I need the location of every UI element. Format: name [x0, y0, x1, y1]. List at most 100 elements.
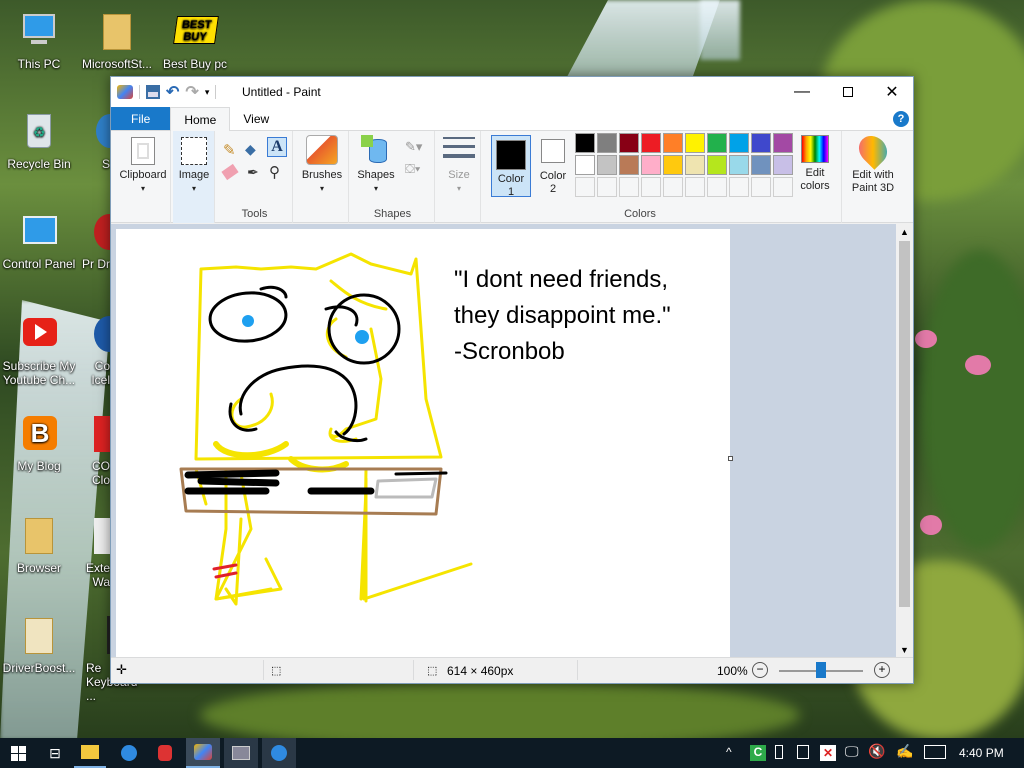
desktop-icon-recycle-bin[interactable]: ♻ Recycle Bin [2, 110, 76, 171]
color-swatch[interactable] [575, 177, 595, 197]
desktop-icon-browser[interactable]: Browser [2, 514, 76, 575]
desktop-icon-control-panel[interactable]: Control Panel [2, 210, 76, 271]
tab-home[interactable]: Home [170, 107, 231, 132]
color-swatch[interactable] [751, 177, 771, 197]
color-swatch[interactable] [707, 133, 727, 153]
color-swatch[interactable] [597, 177, 617, 197]
edit-colors-button[interactable]: Edit colors [793, 135, 837, 193]
color-swatch[interactable] [597, 133, 617, 153]
paint-app-icon[interactable] [117, 85, 133, 99]
undo-icon[interactable]: ↶ [166, 82, 179, 102]
shapes-button[interactable]: Shapes ▾ [353, 135, 399, 195]
zoom-out-button[interactable]: − [752, 662, 768, 678]
taskbar-app-button[interactable] [262, 738, 296, 768]
start-button[interactable] [0, 738, 36, 768]
desktop-icon-co-clo[interactable]: CO Clo [80, 412, 124, 487]
drawing-canvas[interactable]: "I dont need friends, they disappoint me.… [116, 229, 733, 658]
color-swatch[interactable] [685, 177, 705, 197]
desktop-icon-pr[interactable]: Pr Dr [80, 210, 124, 271]
color-swatch[interactable] [729, 133, 749, 153]
redo-icon[interactable]: ↷ [185, 82, 198, 102]
paint-taskbar-button[interactable] [186, 738, 220, 768]
color-swatch[interactable] [663, 133, 683, 153]
desktop-icon-my-blog[interactable]: B My Blog [2, 412, 76, 473]
tab-view[interactable]: View [230, 107, 282, 130]
brushes-button[interactable]: Brushes ▾ [295, 135, 349, 195]
edit-with-paint3d-button[interactable]: Edit with Paint 3D [843, 130, 903, 195]
desktop-icon-driverbooster[interactable]: DriverBoost... [2, 614, 76, 675]
scroll-up-icon[interactable]: ▲ [896, 224, 913, 240]
color-swatch[interactable] [575, 155, 595, 175]
scroll-down-icon[interactable]: ▼ [896, 642, 913, 658]
clock[interactable]: 4:40 PM [959, 746, 1004, 760]
desktop-icon-this-pc[interactable]: This PC [2, 10, 76, 71]
clipboard-button[interactable]: Clipboard ▾ [115, 137, 171, 195]
color-swatch[interactable] [619, 133, 639, 153]
tab-file[interactable]: File [111, 107, 171, 130]
network-icon[interactable]: 🖵 [845, 743, 859, 760]
tray-clipboard-icon[interactable] [797, 745, 809, 759]
taskbar-app-button[interactable] [224, 738, 258, 768]
taskbar-app-button[interactable] [148, 738, 182, 768]
pencil-icon[interactable]: ✎ [223, 141, 236, 159]
file-explorer-taskbar-button[interactable] [74, 738, 106, 768]
color-swatch[interactable] [619, 177, 639, 197]
zoom-slider-thumb[interactable] [816, 662, 826, 678]
eraser-icon[interactable] [221, 163, 239, 181]
color-swatch[interactable] [597, 155, 617, 175]
color-swatch[interactable] [729, 155, 749, 175]
tray-app-icon[interactable]: C [750, 745, 766, 761]
color-swatch[interactable] [751, 133, 771, 153]
minimize-button[interactable]: — [779, 77, 825, 107]
vertical-scrollbar[interactable]: ▲ ▼ [896, 224, 913, 658]
color-picker-icon[interactable]: ✒ [247, 164, 259, 181]
color-swatch[interactable] [663, 177, 683, 197]
color-swatch[interactable] [729, 177, 749, 197]
color-swatch[interactable] [685, 133, 705, 153]
color-swatch[interactable] [773, 133, 793, 153]
volume-muted-icon[interactable]: 🔇 [868, 743, 885, 760]
scroll-thumb[interactable] [899, 241, 910, 607]
color-swatch[interactable] [641, 177, 661, 197]
outline-icon[interactable]: ✎▾ [405, 139, 422, 155]
show-hidden-icons-icon[interactable]: ^ [726, 745, 732, 759]
customize-toolbar-icon[interactable]: ▾ [205, 87, 210, 98]
size-button[interactable]: Size ▾ [437, 137, 481, 195]
image-button[interactable]: Image ▾ [173, 137, 215, 195]
color-swatch[interactable] [773, 155, 793, 175]
tray-device-icon[interactable] [775, 745, 783, 759]
magnifier-icon[interactable]: ⚲ [269, 163, 280, 181]
color-swatch[interactable] [619, 155, 639, 175]
task-view-icon[interactable]: ⊟ [38, 738, 72, 768]
zoom-in-button[interactable]: + [874, 662, 890, 678]
keyboard-icon[interactable] [924, 745, 946, 759]
security-alert-icon[interactable]: ✕ [820, 745, 836, 761]
desktop-icon-best-buy[interactable]: BEST BUY Best Buy pc [158, 10, 232, 71]
fill-shape-icon[interactable]: ⛋▾ [405, 161, 420, 177]
fill-icon[interactable]: ◆ [245, 141, 256, 158]
resize-handle-right[interactable] [728, 456, 733, 461]
taskbar-app-button[interactable] [112, 738, 146, 768]
color2-button[interactable]: Color 2 [535, 139, 571, 196]
color-swatch[interactable] [707, 155, 727, 175]
desktop-icon-s[interactable]: S [80, 110, 124, 171]
color-swatch[interactable] [773, 177, 793, 197]
pen-icon[interactable]: ✍ [896, 743, 913, 760]
color1-button[interactable]: Color 1 [491, 135, 531, 198]
color-swatch[interactable] [663, 155, 683, 175]
help-icon[interactable]: ? [893, 111, 909, 127]
color-swatch[interactable] [641, 133, 661, 153]
color-swatch[interactable] [707, 177, 727, 197]
save-icon[interactable] [146, 85, 160, 99]
desktop-icon-youtube[interactable]: Subscribe My Youtube Ch... [2, 312, 76, 387]
close-button[interactable]: ✕ [869, 77, 915, 107]
color-swatch[interactable] [641, 155, 661, 175]
color-swatch[interactable] [751, 155, 771, 175]
color-swatch[interactable] [685, 155, 705, 175]
desktop-icon-microsoftstore[interactable]: MicrosoftSt... [80, 10, 154, 71]
maximize-button[interactable] [825, 77, 871, 107]
text-tool-icon[interactable]: A [267, 137, 287, 157]
color-swatch[interactable] [575, 133, 595, 153]
desktop-icon-exte[interactable]: Exte Wa [80, 514, 124, 589]
desktop-icon-co[interactable]: Co Icel [80, 312, 124, 387]
